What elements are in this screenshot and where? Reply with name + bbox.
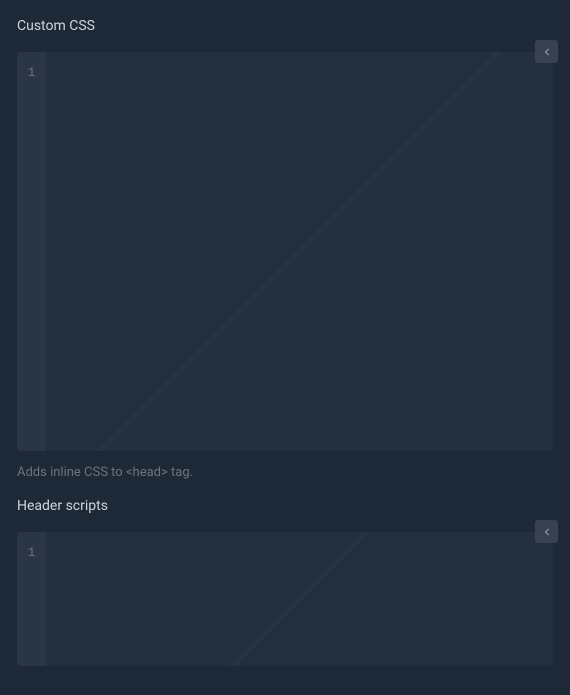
custom-css-label: Custom CSS [17,18,553,34]
line-number: 1 [17,543,46,563]
custom-css-section: Custom CSS 1 Adds inline CSS to <head> t… [0,18,570,480]
collapse-custom-css-button[interactable] [535,40,558,63]
custom-css-gutter: 1 [17,52,46,451]
collapse-header-scripts-button[interactable] [535,520,558,543]
header-scripts-gutter: 1 [17,532,46,666]
custom-css-helper-text: Adds inline CSS to <head> tag. [17,465,553,480]
custom-css-editor-wrapper: 1 [17,52,553,451]
header-scripts-textarea[interactable] [46,532,553,666]
header-scripts-label: Header scripts [17,498,553,514]
header-scripts-editor-wrapper: 1 [17,532,553,666]
header-scripts-editor[interactable]: 1 [17,532,553,666]
chevron-left-icon [541,46,553,58]
header-scripts-section: Header scripts 1 [0,498,570,666]
custom-css-editor[interactable]: 1 [17,52,553,451]
chevron-left-icon [541,526,553,538]
line-number: 1 [17,63,46,83]
custom-css-textarea[interactable] [46,52,553,451]
